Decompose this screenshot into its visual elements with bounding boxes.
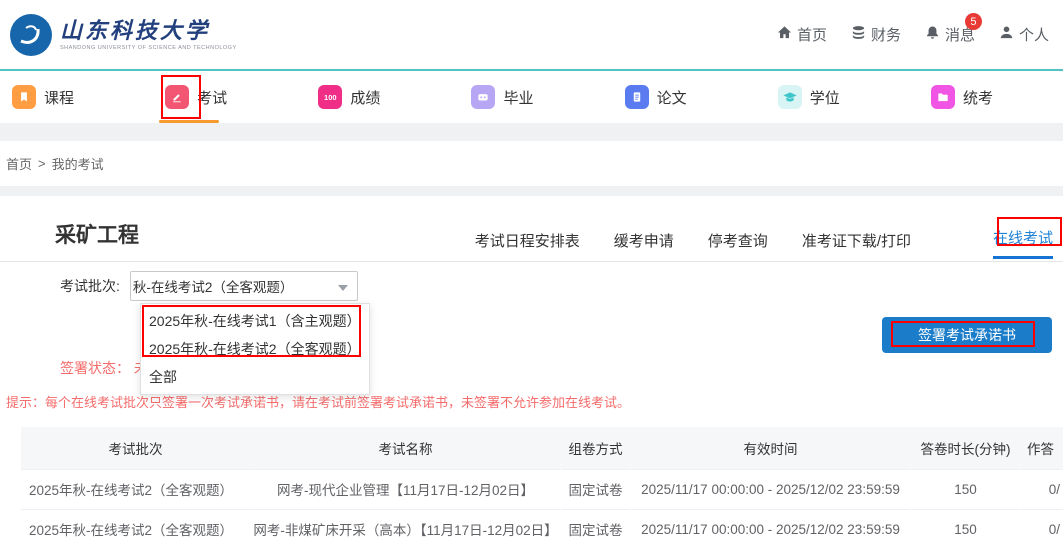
cell-batch: 2025年秋-在线考试2（全客观题） bbox=[21, 469, 251, 509]
tab-online-exam[interactable]: 在线考试 bbox=[993, 227, 1053, 259]
top-right-nav: 首页 财务 消息 5 个人 bbox=[777, 24, 1049, 45]
university-name: 山东科技大学 bbox=[60, 19, 237, 43]
university-subtitle: SHANDONG UNIVERSITY OF SCIENCE AND TECHN… bbox=[60, 45, 237, 51]
col-header-batch: 考试批次 bbox=[21, 427, 251, 469]
active-tab-underline bbox=[159, 120, 219, 123]
breadcrumb-home[interactable]: 首页 bbox=[6, 154, 32, 173]
col-header-attempts: 作答 bbox=[1021, 427, 1061, 469]
table-row: 2025年秋-在线考试2（全客观题） 网考-现代企业管理【11月17日-12月0… bbox=[21, 469, 1063, 509]
bell-icon bbox=[925, 25, 940, 44]
module-tab-label: 课程 bbox=[44, 87, 74, 108]
cell-duration: 150 bbox=[911, 469, 1021, 509]
finance-coins-icon bbox=[851, 25, 866, 44]
graduation-cap-icon bbox=[778, 85, 802, 109]
dropdown-option-exam1[interactable]: 2025年秋-在线考试1（含主观题） bbox=[141, 308, 369, 336]
cell-exam-name: 网考-非煤矿床开采（高本）【11月17日-12月02日】 bbox=[251, 509, 561, 548]
exam-batch-dropdown: 2025年秋-在线考试1（含主观题） 2025年秋-在线考试2（全客观题） 全部 bbox=[140, 303, 370, 395]
topnav-profile[interactable]: 个人 bbox=[999, 24, 1049, 45]
exam-batch-label: 考试批次: bbox=[60, 276, 120, 296]
pencil-icon bbox=[165, 85, 189, 109]
folder-icon bbox=[931, 85, 955, 109]
chevron-down-icon bbox=[338, 285, 348, 291]
module-tab-label: 考试 bbox=[197, 87, 227, 108]
module-tab-label: 统考 bbox=[963, 87, 993, 108]
sign-commitment-button[interactable]: 签署考试承诺书 bbox=[882, 317, 1052, 353]
dropdown-option-exam2[interactable]: 2025年秋-在线考试2（全客观题） bbox=[141, 336, 369, 364]
home-icon bbox=[777, 25, 792, 44]
university-brand: 山东科技大学 SHANDONG UNIVERSITY OF SCIENCE AN… bbox=[10, 14, 237, 56]
module-tab-thesis[interactable]: 论文 bbox=[625, 71, 687, 123]
module-tab-label: 学位 bbox=[810, 87, 840, 108]
topnav-home[interactable]: 首页 bbox=[777, 24, 827, 45]
table-row: 2025年秋-在线考试2（全客观题） 网考-非煤矿床开采（高本）【11月17日-… bbox=[21, 509, 1063, 548]
module-tab-label: 论文 bbox=[657, 87, 687, 108]
topnav-finance-label: 财务 bbox=[871, 24, 901, 45]
col-header-paper-method: 组卷方式 bbox=[561, 427, 631, 469]
top-header: 山东科技大学 SHANDONG UNIVERSITY OF SCIENCE AN… bbox=[0, 0, 1063, 69]
topnav-messages[interactable]: 消息 5 bbox=[925, 24, 975, 45]
table-header-row: 考试批次 考试名称 组卷方式 有效时间 答卷时长(分钟) 作答 参加考试 bbox=[21, 427, 1063, 469]
tab-suspended-exam[interactable]: 停考查询 bbox=[708, 230, 768, 259]
document-icon bbox=[625, 85, 649, 109]
sign-status-label: 签署状态： bbox=[60, 360, 130, 376]
app-window: 山东科技大学 SHANDONG UNIVERSITY OF SCIENCE AN… bbox=[0, 0, 1063, 548]
message-count-badge: 5 bbox=[965, 13, 982, 30]
graduation-robot-icon bbox=[471, 85, 495, 109]
university-name-block: 山东科技大学 SHANDONG UNIVERSITY OF SCIENCE AN… bbox=[60, 19, 237, 51]
page-title: 采矿工程 bbox=[55, 219, 139, 249]
topnav-finance[interactable]: 财务 bbox=[851, 24, 901, 45]
topnav-home-label: 首页 bbox=[797, 24, 827, 45]
cell-batch: 2025年秋-在线考试2（全客观题） bbox=[21, 509, 251, 548]
exam-batch-filter: 考试批次: 秋-在线考试2（全客观题） bbox=[60, 271, 358, 301]
dropdown-option-all[interactable]: 全部 bbox=[141, 364, 369, 392]
module-tab-exams[interactable]: 考试 bbox=[165, 71, 227, 123]
module-nav: 课程 考试 100 成绩 毕业 论文 学位 统考 bbox=[0, 71, 1063, 123]
breadcrumb-current: 我的考试 bbox=[52, 154, 104, 173]
module-tab-label: 成绩 bbox=[350, 87, 380, 108]
university-logo-icon bbox=[10, 14, 52, 56]
cell-paper-method: 固定试卷 bbox=[561, 469, 631, 509]
tab-admission-ticket[interactable]: 准考证下载/打印 bbox=[802, 230, 911, 259]
col-header-duration: 答卷时长(分钟) bbox=[911, 427, 1021, 469]
tab-exam-schedule[interactable]: 考试日程安排表 bbox=[475, 230, 580, 259]
cell-valid-time: 2025/11/17 00:00:00 - 2025/12/02 23:59:5… bbox=[631, 469, 911, 509]
cell-attempts: 0/ bbox=[1021, 509, 1061, 548]
section-gap bbox=[0, 123, 1063, 141]
exam-subtabs: 考试日程安排表 缓考申请 停考查询 准考证下载/打印 在线考试 bbox=[475, 215, 1053, 249]
col-header-exam-name: 考试名称 bbox=[251, 427, 561, 469]
module-tab-grades[interactable]: 100 成绩 bbox=[318, 71, 380, 123]
exam-batch-selected-value: 秋-在线考试2（全客观题） bbox=[133, 276, 294, 296]
topnav-profile-label: 个人 bbox=[1019, 24, 1049, 45]
section-gap bbox=[0, 186, 1063, 196]
exam-table: 考试批次 考试名称 组卷方式 有效时间 答卷时长(分钟) 作答 参加考试 202… bbox=[20, 427, 1063, 548]
title-row: 采矿工程 考试日程安排表 缓考申请 停考查询 准考证下载/打印 在线考试 bbox=[0, 196, 1063, 262]
cell-attempts: 0/ bbox=[1021, 469, 1061, 509]
cell-duration: 150 bbox=[911, 509, 1021, 548]
tab-deferred-exam[interactable]: 缓考申请 bbox=[614, 230, 674, 259]
module-tab-graduation[interactable]: 毕业 bbox=[471, 71, 533, 123]
book-icon bbox=[12, 85, 36, 109]
content-panel: 采矿工程 考试日程安排表 缓考申请 停考查询 准考证下载/打印 在线考试 考试批… bbox=[0, 196, 1063, 548]
cell-exam-name: 网考-现代企业管理【11月17日-12月02日】 bbox=[251, 469, 561, 509]
user-icon bbox=[999, 25, 1014, 44]
module-tab-courses[interactable]: 课程 bbox=[12, 71, 74, 123]
breadcrumb-separator: > bbox=[38, 156, 46, 171]
module-tab-unified-exam[interactable]: 统考 bbox=[931, 71, 993, 123]
breadcrumb: 首页 > 我的考试 bbox=[0, 141, 1063, 186]
exam-batch-select[interactable]: 秋-在线考试2（全客观题） bbox=[130, 271, 358, 301]
cell-paper-method: 固定试卷 bbox=[561, 509, 631, 548]
score-100-icon: 100 bbox=[318, 85, 342, 109]
module-tab-degree[interactable]: 学位 bbox=[778, 71, 840, 123]
cell-valid-time: 2025/11/17 00:00:00 - 2025/12/02 23:59:5… bbox=[631, 509, 911, 548]
module-tab-label: 毕业 bbox=[503, 87, 533, 108]
col-header-valid-time: 有效时间 bbox=[631, 427, 911, 469]
